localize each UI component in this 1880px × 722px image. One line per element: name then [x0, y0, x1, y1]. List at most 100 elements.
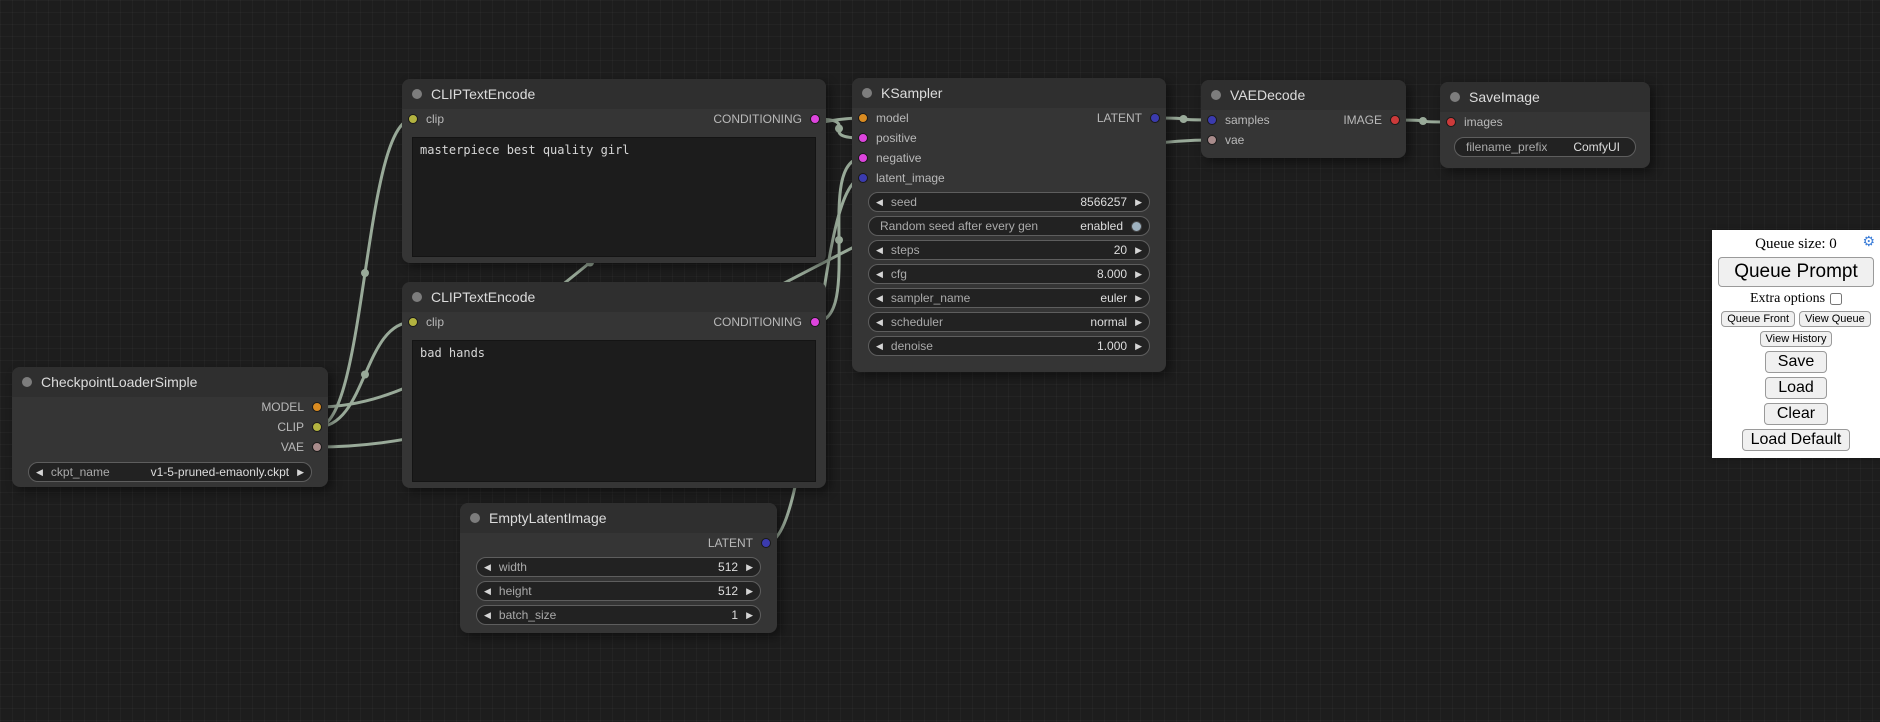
port-latent-output[interactable] [761, 538, 771, 548]
widget-width[interactable]: ◀ width 512 ▶ [476, 557, 761, 577]
widget-filename-prefix[interactable]: filename_prefix ComfyUI [1454, 137, 1636, 157]
node-title-bar[interactable]: CheckpointLoaderSimple [12, 367, 328, 397]
port-positive-input[interactable] [858, 133, 868, 143]
queue-front-button[interactable]: Queue Front [1721, 311, 1795, 327]
port-clip-input[interactable] [408, 317, 418, 327]
view-history-button[interactable]: View History [1760, 331, 1833, 347]
node-title-bar[interactable]: KSampler [852, 78, 1166, 108]
port-clip-input[interactable] [408, 114, 418, 124]
slot-label: LATENT [708, 536, 753, 550]
node-title-bar[interactable]: EmptyLatentImage [460, 503, 777, 533]
widget-name: height [499, 584, 532, 598]
widget-value: v1-5-pruned-emaonly.ckpt [151, 465, 290, 479]
port-image-output[interactable] [1390, 115, 1400, 125]
port-conditioning-output[interactable] [810, 114, 820, 124]
increment-arrow-icon[interactable]: ▶ [1135, 342, 1142, 351]
extra-options-label: Extra options [1750, 291, 1825, 307]
decrement-arrow-icon[interactable]: ◀ [36, 468, 43, 477]
slot-label: samples [1225, 113, 1270, 127]
node-clip-text-encode-negative[interactable]: CLIPTextEncode clip CONDITIONING bad han… [402, 282, 826, 488]
port-conditioning-output[interactable] [810, 317, 820, 327]
port-latent-image-input[interactable] [858, 173, 868, 183]
widget-height[interactable]: ◀ height 512 ▶ [476, 581, 761, 601]
node-vae-decode[interactable]: VAEDecode samples IMAGE vae [1201, 80, 1406, 158]
widget-steps[interactable]: ◀ steps 20 ▶ [868, 240, 1150, 260]
increment-arrow-icon[interactable]: ▶ [1135, 270, 1142, 279]
toggle-knob-icon[interactable] [1131, 221, 1142, 232]
node-save-image[interactable]: SaveImage images filename_prefix ComfyUI [1440, 82, 1650, 168]
increment-arrow-icon[interactable]: ▶ [1135, 294, 1142, 303]
node-title-bar[interactable]: CLIPTextEncode [402, 282, 826, 312]
decrement-arrow-icon[interactable]: ◀ [484, 587, 491, 596]
collapse-dot-icon[interactable] [1450, 92, 1460, 102]
decrement-arrow-icon[interactable]: ◀ [876, 318, 883, 327]
queue-prompt-button[interactable]: Queue Prompt [1718, 257, 1874, 287]
increment-arrow-icon[interactable]: ▶ [297, 468, 304, 477]
increment-arrow-icon[interactable]: ▶ [746, 563, 753, 572]
node-title: CLIPTextEncode [431, 86, 535, 102]
collapse-dot-icon[interactable] [412, 292, 422, 302]
decrement-arrow-icon[interactable]: ◀ [876, 198, 883, 207]
slot-label: clip [426, 112, 444, 126]
negative-prompt-text[interactable]: bad hands [412, 340, 816, 482]
increment-arrow-icon[interactable]: ▶ [746, 587, 753, 596]
increment-arrow-icon[interactable]: ▶ [1135, 318, 1142, 327]
widget-name: seed [891, 195, 917, 209]
decrement-arrow-icon[interactable]: ◀ [876, 342, 883, 351]
load-button[interactable]: Load [1765, 377, 1827, 399]
workflow-canvas[interactable]: CheckpointLoaderSimple MODEL CLIP VAE ◀ … [0, 0, 1880, 722]
decrement-arrow-icon[interactable]: ◀ [876, 246, 883, 255]
collapse-dot-icon[interactable] [1211, 90, 1221, 100]
collapse-dot-icon[interactable] [412, 89, 422, 99]
port-clip-output[interactable] [312, 422, 322, 432]
view-queue-button[interactable]: View Queue [1799, 311, 1871, 327]
widget-sampler-name[interactable]: ◀ sampler_name euler ▶ [868, 288, 1150, 308]
node-clip-text-encode-positive[interactable]: CLIPTextEncode clip CONDITIONING masterp… [402, 79, 826, 263]
node-title-bar[interactable]: CLIPTextEncode [402, 79, 826, 109]
port-vae-input[interactable] [1207, 135, 1217, 145]
node-empty-latent-image[interactable]: EmptyLatentImage LATENT ◀ width 512 ▶ ◀ … [460, 503, 777, 633]
port-negative-input[interactable] [858, 153, 868, 163]
node-title: CLIPTextEncode [431, 289, 535, 305]
decrement-arrow-icon[interactable]: ◀ [876, 294, 883, 303]
load-default-button[interactable]: Load Default [1742, 429, 1851, 451]
decrement-arrow-icon[interactable]: ◀ [484, 563, 491, 572]
widget-denoise[interactable]: ◀ denoise 1.000 ▶ [868, 336, 1150, 356]
collapse-dot-icon[interactable] [862, 88, 872, 98]
node-title-bar[interactable]: VAEDecode [1201, 80, 1406, 110]
increment-arrow-icon[interactable]: ▶ [1135, 198, 1142, 207]
widget-name: batch_size [499, 608, 556, 622]
increment-arrow-icon[interactable]: ▶ [1135, 246, 1142, 255]
widget-name: sampler_name [891, 291, 970, 305]
increment-arrow-icon[interactable]: ▶ [746, 611, 753, 620]
save-button[interactable]: Save [1765, 351, 1827, 373]
port-samples-input[interactable] [1207, 115, 1217, 125]
widget-cfg[interactable]: ◀ cfg 8.000 ▶ [868, 264, 1150, 284]
port-images-input[interactable] [1446, 117, 1456, 127]
slot-label: MODEL [261, 400, 304, 414]
port-model-output[interactable] [312, 402, 322, 412]
slot-label: images [1464, 115, 1503, 129]
port-model-input[interactable] [858, 113, 868, 123]
extra-options-checkbox[interactable] [1830, 293, 1842, 305]
widget-value: euler [1100, 291, 1127, 305]
decrement-arrow-icon[interactable]: ◀ [484, 611, 491, 620]
widget-batch-size[interactable]: ◀ batch_size 1 ▶ [476, 605, 761, 625]
widget-random-seed-toggle[interactable]: Random seed after every gen enabled [868, 216, 1150, 236]
widget-ckpt-name[interactable]: ◀ ckpt_name v1-5-pruned-emaonly.ckpt ▶ [28, 462, 312, 482]
widget-seed[interactable]: ◀ seed 8566257 ▶ [868, 192, 1150, 212]
port-vae-output[interactable] [312, 442, 322, 452]
decrement-arrow-icon[interactable]: ◀ [876, 270, 883, 279]
positive-prompt-text[interactable]: masterpiece best quality girl [412, 137, 816, 257]
settings-gear-icon[interactable]: ⚙ [1862, 235, 1875, 251]
widget-scheduler[interactable]: ◀ scheduler normal ▶ [868, 312, 1150, 332]
node-ksampler[interactable]: KSampler model LATENT positive negative … [852, 78, 1166, 372]
slot-label: latent_image [876, 171, 945, 185]
node-title-bar[interactable]: SaveImage [1440, 82, 1650, 112]
port-latent-output[interactable] [1150, 113, 1160, 123]
clear-button[interactable]: Clear [1764, 403, 1828, 425]
node-checkpoint-loader[interactable]: CheckpointLoaderSimple MODEL CLIP VAE ◀ … [12, 367, 328, 487]
collapse-dot-icon[interactable] [22, 377, 32, 387]
widget-name: filename_prefix [1466, 140, 1547, 154]
collapse-dot-icon[interactable] [470, 513, 480, 523]
